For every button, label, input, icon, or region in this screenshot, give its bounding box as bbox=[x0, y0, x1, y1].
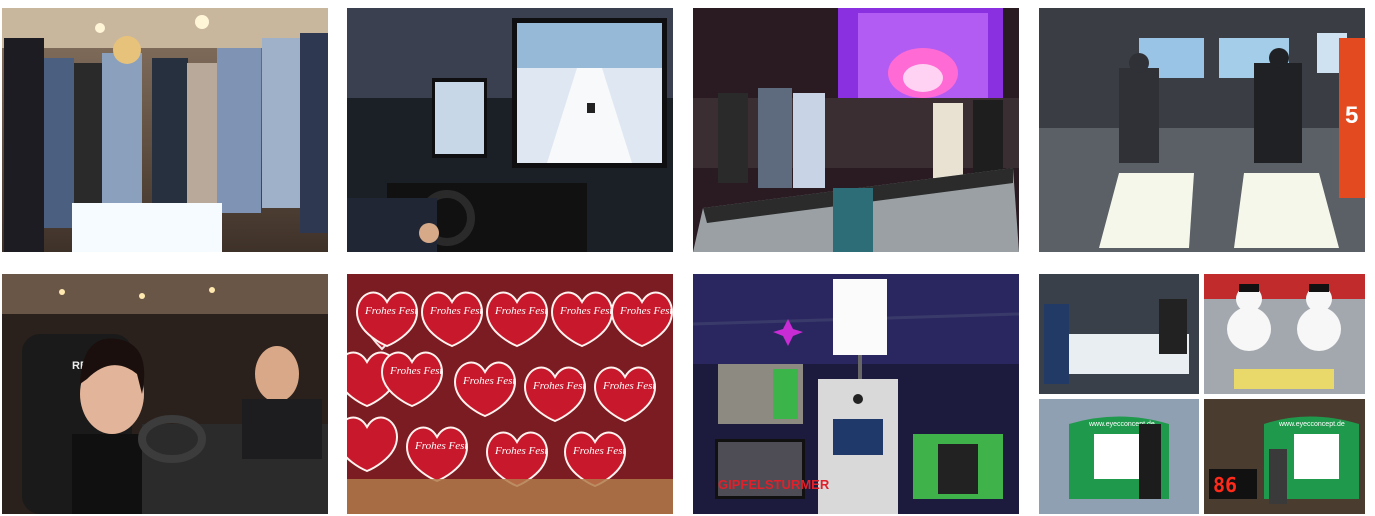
gallery-photo-ski-platforms[interactable]: 5 bbox=[1039, 8, 1365, 252]
ski-crowd-image bbox=[2, 8, 328, 252]
gallery-photo-slot-car-racing[interactable] bbox=[693, 8, 1019, 252]
photo-caption-text: GIPFELSTURMER bbox=[718, 477, 830, 492]
heart-text: Frohes Fest bbox=[494, 305, 548, 317]
scoreboard-value: 86 bbox=[1213, 473, 1237, 497]
photo-gallery: 5 REC bbox=[0, 0, 1375, 516]
ski-sign-number: 5 bbox=[1345, 102, 1358, 129]
racing-seat-image: REC bbox=[2, 274, 328, 514]
heart-text: Frohes Fest bbox=[572, 445, 626, 457]
goal-banner-right: www.eyecconcept.de bbox=[1278, 421, 1345, 428]
gallery-photo-gingerbread-hearts[interactable]: Frohes Fest Frohes Fest Frohes Fest Froh… bbox=[347, 274, 673, 514]
ski-platforms-image: 5 bbox=[1039, 8, 1365, 252]
gallery-photo-snowmen-games[interactable]: www.eyecconcept.de www.eyecconcept.de 86 bbox=[1039, 274, 1365, 514]
racing-sim-image bbox=[347, 8, 673, 252]
heart-text: Frohes Fest bbox=[462, 375, 516, 387]
snowmen-games-image: www.eyecconcept.de www.eyecconcept.de 86 bbox=[1039, 274, 1365, 514]
gallery-photo-ski-simulator-crowd[interactable] bbox=[2, 8, 328, 252]
slot-car-image bbox=[693, 8, 1019, 252]
gallery-photo-racing-seat[interactable]: REC bbox=[2, 274, 328, 514]
heart-text: Frohes Fest bbox=[389, 365, 443, 377]
heart-text: Frohes Fest bbox=[414, 440, 468, 452]
heart-text: Frohes Fest bbox=[532, 380, 586, 392]
gingerbread-image: Frohes Fest Frohes Fest Frohes Fest Froh… bbox=[347, 274, 673, 514]
heart-text: Frohes Fest bbox=[494, 445, 548, 457]
photo-booth-image: GIPFELSTURMER bbox=[693, 274, 1019, 514]
gallery-photo-racing-simulator[interactable] bbox=[347, 8, 673, 252]
heart-text: Frohes Fest bbox=[559, 305, 613, 317]
gallery-photo-photo-booth[interactable]: GIPFELSTURMER bbox=[693, 274, 1019, 514]
heart-text: Frohes Fest bbox=[602, 380, 656, 392]
heart-text: Frohes Fest bbox=[364, 305, 418, 317]
heart-text: Frohes Fest bbox=[429, 305, 483, 317]
heart-text: Frohes Fest bbox=[619, 305, 673, 317]
